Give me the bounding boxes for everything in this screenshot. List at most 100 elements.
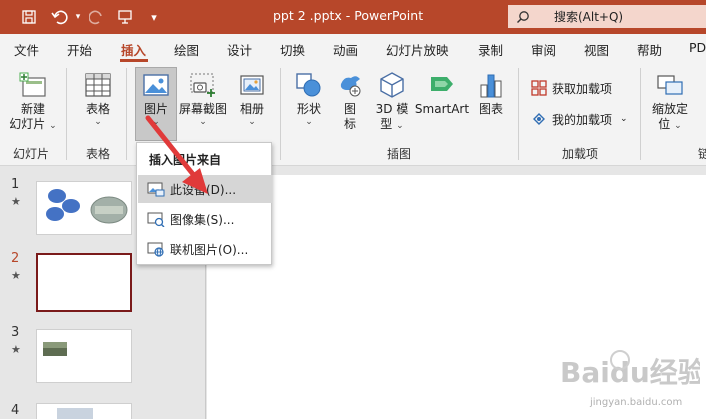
smartart-button[interactable]: SmartArt xyxy=(414,68,470,117)
table-button[interactable]: 表格 ⌄ xyxy=(78,68,118,127)
menu-item-stock-images-label: 图像集(S)... xyxy=(170,212,235,227)
chevron-down-icon: ⌄ xyxy=(248,117,256,127)
animation-star-icon: ★ xyxy=(11,343,21,356)
icons-button[interactable]: 图 标 xyxy=(332,68,368,132)
document-title: ppt 2 .pptx - PowerPoint xyxy=(273,8,424,23)
group-label-illustrations: 插图 xyxy=(387,147,412,161)
chevron-down-icon: ⌄ xyxy=(49,121,57,131)
search-box[interactable]: 搜索(Alt+Q) xyxy=(508,5,706,28)
chevron-down-icon: ⌄ xyxy=(674,121,682,131)
slide-thumbnail-4[interactable] xyxy=(36,403,132,419)
save-icon[interactable] xyxy=(18,0,40,34)
chevron-down-icon: ⌄ xyxy=(94,117,102,127)
zoom-label-2-text: 位 xyxy=(658,117,671,131)
slide-number: 4 xyxy=(11,403,20,418)
animation-star-icon: ★ xyxy=(11,195,21,208)
tab-home[interactable]: 开始 xyxy=(67,40,92,59)
slide-1-preview xyxy=(46,189,128,224)
screenshot-icon xyxy=(187,68,219,102)
get-addins-button[interactable]: 获取加载项 xyxy=(530,79,612,97)
presentation-icon[interactable] xyxy=(114,0,136,34)
tab-file[interactable]: 文件 xyxy=(14,40,39,59)
slide-thumbnail-1[interactable] xyxy=(36,181,132,235)
search-icon xyxy=(508,10,538,24)
photo-album-icon xyxy=(236,68,268,102)
ribbon-separator xyxy=(518,68,519,160)
3d-models-button[interactable]: 3D 模 型 ⌄ xyxy=(372,68,412,132)
title-bar: ▾ ▾ ppt 2 .pptx - PowerPoint 搜索(Alt+Q) xyxy=(0,0,706,34)
icons-label-2: 标 xyxy=(343,117,356,131)
screenshot-button[interactable]: 屏幕截图 ⌄ xyxy=(178,68,228,127)
chart-button[interactable]: 图表 xyxy=(472,68,510,117)
tab-insert[interactable]: 插入 xyxy=(121,40,146,59)
3d-models-label-1: 3D 模 xyxy=(375,102,409,116)
tab-slideshow[interactable]: 幻灯片放映 xyxy=(386,40,449,59)
stock-images-icon xyxy=(142,211,170,227)
new-slide-button[interactable]: 新建 幻灯片 ⌄ xyxy=(8,68,58,132)
tab-help[interactable]: 帮助 xyxy=(637,40,662,59)
addins-icon xyxy=(530,110,548,128)
undo-icon[interactable] xyxy=(48,0,72,34)
picture-button[interactable]: 图片 ⌄ xyxy=(136,68,176,127)
get-addins-label: 获取加载项 xyxy=(552,81,613,96)
tab-transitions[interactable]: 切换 xyxy=(280,40,305,59)
insert-picture-menu: 插入图片来自 此设备(D)... 图像集(S)... 联机图片(O)... xyxy=(136,142,272,265)
online-pictures-icon xyxy=(142,241,170,257)
table-icon xyxy=(82,68,114,102)
new-slide-icon xyxy=(17,68,49,102)
3d-cube-icon xyxy=(376,68,408,102)
picture-label: 图片 xyxy=(143,102,168,116)
menu-item-online-pictures-label: 联机图片(O)... xyxy=(170,242,249,257)
group-label-addins: 加载项 xyxy=(562,147,599,161)
ribbon-separator xyxy=(640,68,641,160)
smartart-label: SmartArt xyxy=(414,102,470,116)
redo-icon[interactable] xyxy=(86,0,108,34)
ribbon-separator xyxy=(126,68,127,160)
photo-album-button[interactable]: 相册 ⌄ xyxy=(232,68,272,127)
tab-view[interactable]: 视图 xyxy=(584,40,609,59)
bar-chart-icon xyxy=(475,68,507,102)
store-icon xyxy=(530,79,548,97)
animation-star-icon: ★ xyxy=(11,269,21,282)
group-label-links: 链 xyxy=(698,147,706,161)
watermark-brand-text: Baidu经验 xyxy=(560,356,700,389)
tab-review[interactable]: 审阅 xyxy=(531,40,556,59)
shapes-icon xyxy=(293,68,325,102)
tab-design[interactable]: 设计 xyxy=(227,40,252,59)
chevron-down-icon: ⌄ xyxy=(305,117,313,127)
zoom-icon xyxy=(654,68,686,102)
slide-thumbnail-2-selected[interactable] xyxy=(36,253,132,312)
new-slide-label-2: 幻灯片 ⌄ xyxy=(9,117,56,132)
screenshot-label: 屏幕截图 xyxy=(178,102,227,116)
slide-thumbnail-3[interactable] xyxy=(36,329,132,383)
smartart-icon xyxy=(426,68,458,102)
tab-animations[interactable]: 动画 xyxy=(333,40,358,59)
tab-record[interactable]: 录制 xyxy=(478,40,503,59)
slide-number: 2 xyxy=(11,251,20,266)
new-slide-label-1: 新建 xyxy=(20,102,45,116)
chevron-down-icon: ⌄ xyxy=(152,117,160,127)
ribbon-separator xyxy=(66,68,67,160)
group-label-tables: 表格 xyxy=(86,147,111,161)
customize-qat-icon[interactable]: ▾ xyxy=(144,0,164,34)
shapes-button[interactable]: 形状 ⌄ xyxy=(290,68,328,127)
menu-item-this-device[interactable]: 此设备(D)... xyxy=(138,175,272,203)
menu-item-stock-images[interactable]: 图像集(S)... xyxy=(138,205,272,233)
ribbon: 新建 幻灯片 ⌄ 幻灯片 表格 ⌄ 表格 图片 ⌄ 屏幕截图 ⌄ 相册 ⌄ 形状… xyxy=(0,62,706,166)
shapes-label: 形状 xyxy=(296,102,321,116)
undo-dropdown-icon[interactable]: ▾ xyxy=(72,0,84,34)
zoom-button[interactable]: 缩放定 位 ⌄ xyxy=(648,68,692,132)
3d-models-label-2-text: 型 xyxy=(380,117,393,131)
menu-item-online-pictures[interactable]: 联机图片(O)... xyxy=(138,235,272,263)
my-addins-label: 我的加载项 xyxy=(552,112,613,127)
search-placeholder: 搜索(Alt+Q) xyxy=(554,10,624,24)
chart-label: 图表 xyxy=(478,102,503,116)
picture-icon xyxy=(140,68,172,102)
my-addins-button[interactable]: 我的加载项 ⌄ xyxy=(530,110,628,128)
slide-number: 1 xyxy=(11,177,20,192)
3d-models-label-2: 型 ⌄ xyxy=(380,117,403,132)
tab-draw[interactable]: 绘图 xyxy=(174,40,199,59)
icons-icon xyxy=(334,68,366,102)
device-picture-icon xyxy=(142,181,170,197)
tab-pdf[interactable]: PD xyxy=(689,40,706,55)
